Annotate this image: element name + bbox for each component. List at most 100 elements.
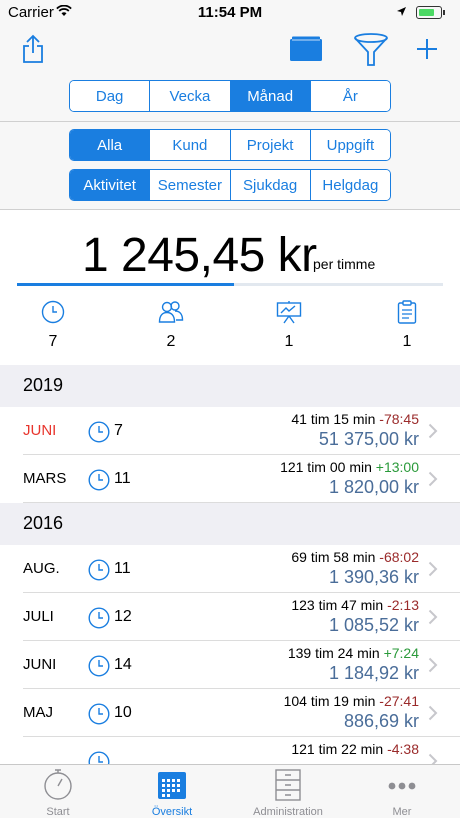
hours-summary: 121 tim 22 min -4:38 bbox=[291, 741, 419, 757]
chevron-right-icon bbox=[428, 561, 438, 582]
earnings-amount: 1 390,36 kr bbox=[328, 567, 419, 587]
period-segmented-control: Dag Vecka Månad År bbox=[69, 80, 391, 112]
clock-icon bbox=[88, 655, 110, 682]
tab-bar: Start Översikt Administration Mer bbox=[0, 764, 460, 818]
month-row[interactable]: JUNI 14 139 tim 24 min +7:24 1 184,92 kr bbox=[0, 641, 460, 689]
earnings-amount: 886,69 kr bbox=[343, 711, 419, 731]
earnings-amount: 1 184,92 kr bbox=[328, 663, 419, 683]
chevron-right-icon bbox=[428, 471, 438, 492]
period-segment-0[interactable]: Dag bbox=[70, 81, 150, 111]
hours-difference: -78:45 bbox=[379, 411, 419, 427]
period-segment-3[interactable]: År bbox=[309, 81, 390, 111]
stat-tasks[interactable]: 1 bbox=[377, 300, 437, 351]
hours-worked: 139 tim 24 min bbox=[287, 645, 380, 661]
clock-icon bbox=[88, 607, 110, 634]
month-row[interactable]: JULI 12 123 tim 47 min -2:13 1 085,52 kr bbox=[0, 593, 460, 641]
scope-segment-3[interactable]: Uppgift bbox=[309, 130, 390, 160]
tab-administration[interactable]: Administration bbox=[242, 769, 334, 818]
toolbar bbox=[0, 26, 460, 72]
period-segment-1[interactable]: Vecka bbox=[149, 81, 230, 111]
type-segment-3[interactable]: Helgdag bbox=[309, 170, 390, 200]
month-row[interactable]: JUNI 7 41 tim 15 min -78:45 51 375,00 kr bbox=[0, 407, 460, 455]
clock-icon bbox=[88, 703, 110, 730]
filter-icon bbox=[354, 33, 388, 66]
clock-icon bbox=[41, 300, 65, 324]
clock-icon bbox=[88, 559, 110, 586]
hours-summary: 139 tim 24 min +7:24 bbox=[288, 645, 419, 661]
hourly-rate-unit: per timme bbox=[313, 256, 376, 272]
period-filter-area: Dag Vecka Månad År bbox=[0, 72, 460, 122]
battery-tip bbox=[443, 10, 445, 15]
stat-customers[interactable]: 2 bbox=[141, 300, 201, 351]
type-segmented-control: Aktivitet Semester Sjukdag Helgdag bbox=[69, 169, 391, 201]
status-time: 11:54 PM bbox=[197, 4, 263, 21]
tab-more-label: Mer bbox=[392, 806, 412, 818]
scope-segment-2[interactable]: Projekt bbox=[229, 130, 310, 160]
chevron-right-icon bbox=[428, 423, 438, 444]
scope-segmented-control: Alla Kund Projekt Uppgift bbox=[69, 129, 391, 161]
scope-segment-0[interactable]: Alla bbox=[70, 130, 150, 160]
stat-projects[interactable]: 1 bbox=[259, 300, 319, 351]
tab-overview[interactable]: Översikt bbox=[126, 769, 218, 818]
hours-worked: 69 tim 58 min bbox=[291, 549, 376, 565]
hours-worked: 123 tim 47 min bbox=[291, 597, 384, 613]
hours-summary: 121 tim 00 min +13:00 bbox=[280, 459, 419, 475]
month-row[interactable]: AUG. 11 69 tim 58 min -68:02 1 390,36 kr bbox=[0, 545, 460, 593]
month-label: JUNI bbox=[23, 656, 57, 673]
battery-icon bbox=[416, 6, 442, 19]
section-header-2019: 2019 bbox=[0, 365, 460, 407]
earnings-amount: 51 375,00 kr bbox=[318, 429, 419, 449]
hours-difference: +7:24 bbox=[383, 645, 419, 661]
cabinet-icon bbox=[275, 769, 301, 801]
earnings-amount: 1 085,52 kr bbox=[328, 615, 419, 635]
activity-count: 12 bbox=[114, 608, 132, 625]
tab-start-label: Start bbox=[46, 806, 70, 818]
share-button[interactable] bbox=[18, 32, 48, 66]
type-segment-2[interactable]: Sjukdag bbox=[229, 170, 310, 200]
tab-start[interactable]: Start bbox=[12, 769, 104, 818]
chevron-right-icon bbox=[428, 609, 438, 630]
hours-worked: 41 tim 15 min bbox=[291, 411, 376, 427]
hours-summary: 104 tim 19 min -27:41 bbox=[284, 693, 419, 709]
type-segment-1[interactable]: Semester bbox=[149, 170, 230, 200]
activity-count: 11 bbox=[114, 560, 131, 577]
clock-icon bbox=[88, 421, 110, 448]
stat-customers-value: 2 bbox=[166, 333, 176, 350]
location-arrow-icon bbox=[397, 7, 406, 16]
compass-icon bbox=[44, 769, 72, 800]
stat-tasks-value: 1 bbox=[402, 333, 412, 350]
stat-activities[interactable]: 7 bbox=[23, 300, 83, 351]
hours-difference: -2:13 bbox=[387, 597, 419, 613]
activity-count: 11 bbox=[114, 470, 131, 487]
more-icon bbox=[388, 782, 416, 790]
filter-button[interactable] bbox=[350, 32, 392, 66]
section-year: 2016 bbox=[23, 513, 64, 533]
month-label: JUNI bbox=[23, 422, 57, 439]
month-row[interactable]: MARS 11 121 tim 00 min +13:00 1 820,00 kr bbox=[0, 455, 460, 503]
tab-overview-label: Översikt bbox=[151, 806, 193, 818]
add-button[interactable] bbox=[412, 32, 442, 66]
stat-activities-value: 7 bbox=[48, 333, 58, 350]
folder-button[interactable] bbox=[288, 32, 324, 66]
plus-icon bbox=[417, 39, 437, 59]
folder-icon bbox=[290, 36, 322, 61]
hours-summary: 123 tim 47 min -2:13 bbox=[291, 597, 419, 613]
hours-summary: 69 tim 58 min -68:02 bbox=[291, 549, 419, 565]
hours-difference: -27:41 bbox=[379, 693, 419, 709]
month-label: AUG. bbox=[23, 560, 60, 577]
type-segment-0[interactable]: Aktivitet bbox=[70, 170, 150, 200]
category-filter-area: Alla Kund Projekt Uppgift Aktivitet Semester… bbox=[0, 122, 460, 210]
scope-segment-1[interactable]: Kund bbox=[149, 130, 230, 160]
hours-difference: -68:02 bbox=[379, 549, 419, 565]
tab-more[interactable]: Mer bbox=[356, 769, 448, 818]
activity-count: 10 bbox=[114, 704, 132, 721]
earnings-amount: 1 820,00 kr bbox=[328, 477, 419, 497]
people-icon bbox=[158, 301, 184, 323]
activity-count: 7 bbox=[114, 422, 123, 439]
hours-worked: 121 tim 00 min bbox=[280, 459, 372, 475]
section-header-2016: 2016 bbox=[0, 503, 460, 545]
period-segment-2[interactable]: Månad bbox=[229, 81, 310, 111]
month-row[interactable]: MAJ 10 104 tim 19 min -27:41 886,69 kr bbox=[0, 689, 460, 737]
month-label: JULI bbox=[23, 608, 54, 625]
chevron-right-icon bbox=[428, 657, 438, 678]
